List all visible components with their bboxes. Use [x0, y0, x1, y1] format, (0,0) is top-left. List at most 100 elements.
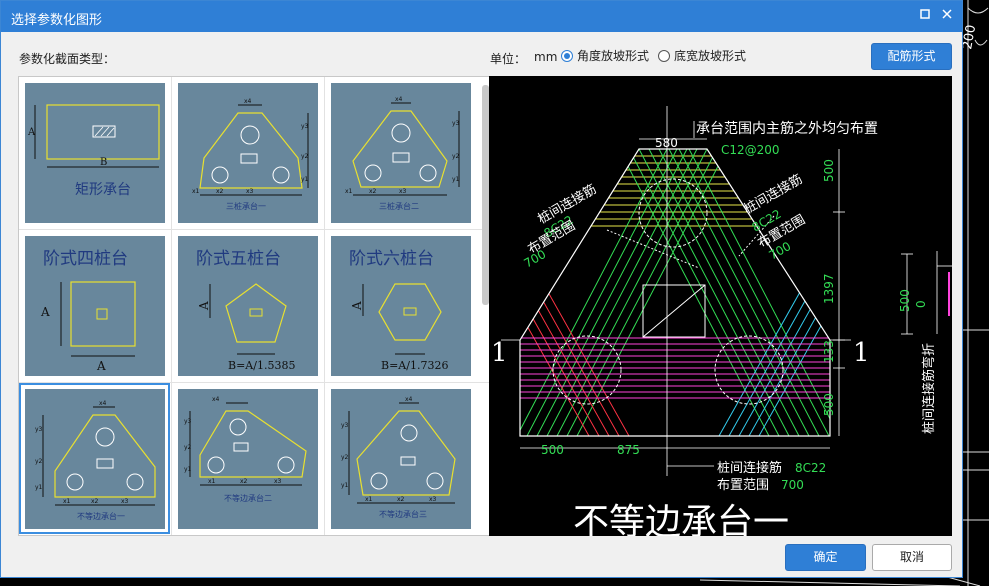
shape-gallery: A B 矩形承台 x4 y3 y2 y1 x1 x2 x3 三桩承台一 x4 y…: [18, 76, 491, 536]
dialog-titlebar: 选择参数化图形: [1, 1, 962, 32]
dim-label: y1: [184, 466, 192, 473]
preview-top-note: 承台范围内主筋之外均匀布置: [696, 120, 878, 137]
shape-item-label: 矩形承台: [75, 182, 131, 198]
radio-angle-slope[interactable]: 角度放坡形式: [561, 47, 649, 64]
side-dim-500: 500: [898, 289, 912, 312]
dim-label: y1: [341, 482, 349, 489]
preview-right-dim: 500: [822, 393, 836, 416]
shape-item-rect-cap[interactable]: A B 矩形承台: [19, 77, 170, 228]
section-type-label: 参数化截面类型：: [19, 52, 116, 66]
dim-label: A: [40, 305, 50, 319]
radio-bottom-width-slope[interactable]: 底宽放坡形式: [658, 47, 746, 64]
dim-label: B: [100, 157, 107, 168]
preview-bottom-note-1: 桩间连接筋: [717, 460, 782, 476]
dim-label: y1: [452, 176, 460, 183]
dim-label: x3: [399, 188, 407, 195]
preview-section-mark-right: 1: [853, 338, 870, 368]
shape-item-stepped-five-pile[interactable]: 阶式五桩台 A B=A/1.5385: [172, 230, 323, 381]
dim-label: y2: [301, 153, 309, 160]
dim-label: y1: [301, 176, 309, 183]
shape-thumbnail: x4 y3 y2 y1 x1 x2 x3 不等边承台三: [331, 389, 471, 529]
shape-thumbnail: 阶式五桩台 A B=A/1.5385: [178, 236, 318, 376]
select-parametric-shape-dialog: 选择参数化图形 参数化截面类型： 单位： mm 角度放坡形式 底宽放坡形式 配筋…: [0, 0, 963, 578]
dim-label: y3: [341, 422, 349, 429]
shape-item-label: 不等边承台二: [224, 493, 272, 503]
shape-thumbnail: x4 y3 y2 y1 x1 x2 x3 三桩承台二: [331, 83, 471, 223]
dim-label: y2: [184, 444, 192, 451]
shape-item-unequal-cap-3[interactable]: x4 y3 y2 y1 x1 x2 x3 不等边承台三: [325, 383, 476, 534]
dim-label: x2: [369, 188, 377, 195]
shape-thumbnail: 阶式六桩台 A B=A/1.7326: [331, 236, 471, 376]
radio-unselected-icon[interactable]: [658, 49, 670, 62]
shape-item-label: 三桩承台一: [226, 201, 266, 211]
shape-preview: 承台范围内主筋之外均匀布置 C12@200 580 桩间连接筋 8C22 布置范…: [489, 76, 952, 536]
shape-item-label: 阶式五桩台: [196, 249, 281, 269]
dim-label: x3: [121, 498, 129, 505]
dim-label: A: [197, 301, 211, 311]
shape-item-label: 不等边承台三: [379, 509, 427, 519]
dialog-title: 选择参数化图形: [11, 13, 103, 28]
shape-item-unequal-cap-2[interactable]: x4 y3 y2 y1 x1 x2 x3 不等边承台二: [172, 383, 323, 534]
preview-right-dim: 1397: [822, 273, 836, 304]
dim-label: x4: [405, 396, 413, 403]
shape-thumbnail: 阶式四桩台 A A: [25, 236, 165, 376]
dim-label: B=A/1.5385: [228, 359, 295, 372]
shape-item-label: 不等边承台一: [77, 511, 125, 521]
dim-label: y3: [184, 418, 192, 425]
dim-label: y3: [35, 426, 43, 433]
preview-bottom-range: 700: [781, 478, 804, 492]
shape-item-stepped-six-pile[interactable]: 阶式六桩台 A B=A/1.7326: [325, 230, 476, 381]
shape-item-unequal-cap-1[interactable]: x4 y3 y2 y1 x1 x2 x3 不等边承台一: [19, 383, 170, 534]
radio-angle-slope-label: 角度放坡形式: [577, 49, 650, 63]
shape-item-label: 阶式四桩台: [43, 249, 128, 269]
dim-label: x3: [429, 496, 437, 503]
preview-bottom-rebar: 8C22: [795, 461, 826, 475]
shape-thumbnail: A B 矩形承台: [25, 83, 165, 223]
dim-label: x4: [212, 396, 220, 403]
dim-label: x3: [274, 478, 282, 485]
ok-button[interactable]: 确定: [785, 544, 866, 571]
dim-label: x4: [395, 96, 403, 103]
dim-label: y1: [35, 484, 43, 491]
shape-item-label: 阶式六桩台: [349, 249, 434, 269]
dim-label: x1: [208, 478, 216, 485]
radio-bottom-width-slope-label: 底宽放坡形式: [674, 49, 747, 63]
radio-selected-icon[interactable]: [561, 49, 573, 62]
dim-label: B=A/1.7326: [381, 359, 448, 372]
cancel-button[interactable]: 取消: [872, 544, 952, 571]
dim-label: x2: [397, 496, 405, 503]
dim-label: x1: [365, 496, 373, 503]
shape-item-three-pile-cap-1[interactable]: x4 y3 y2 y1 x1 x2 x3 三桩承台一: [172, 77, 323, 228]
preview-bottom-dim: 500: [541, 443, 564, 457]
dim-label: x1: [345, 188, 353, 195]
dim-label: x4: [244, 98, 252, 105]
preview-shape-title: 不等边承台一: [573, 502, 789, 536]
dim-label: y2: [452, 153, 460, 160]
preview-top-dim: 580: [655, 136, 678, 150]
dim-label: y3: [452, 120, 460, 127]
shape-item-stepped-four-pile[interactable]: 阶式四桩台 A A: [19, 230, 170, 381]
dim-label: y2: [35, 458, 43, 465]
dim-label: x2: [91, 498, 99, 505]
dim-label: x2: [216, 188, 224, 195]
options-row: 参数化截面类型： 单位： mm 角度放坡形式 底宽放坡形式: [1, 41, 962, 69]
preview-bottom-dim: 875: [617, 443, 640, 457]
preview-right-dim: 133: [822, 340, 836, 363]
dim-label: x1: [63, 498, 71, 505]
dim-label: y3: [301, 123, 309, 130]
maximize-icon[interactable]: [916, 7, 934, 25]
dim-label: A: [350, 301, 364, 311]
shape-thumbnail: x4 y3 y2 y1 x1 x2 x3 不等边承台二: [178, 389, 318, 529]
dim-label: A: [27, 127, 36, 138]
dim-label: y2: [341, 454, 349, 461]
dim-label: x1: [192, 188, 200, 195]
shape-item-three-pile-cap-2[interactable]: x4 y3 y2 y1 x1 x2 x3 三桩承台二: [325, 77, 476, 228]
shape-thumbnail: x4 y3 y2 y1 x1 x2 x3 三桩承台一: [178, 83, 318, 223]
rebar-form-button[interactable]: 配筋形式: [871, 43, 952, 70]
gallery-scrollbar[interactable]: [482, 85, 489, 305]
dim-label: x3: [246, 188, 254, 195]
close-icon[interactable]: [938, 7, 956, 25]
preview-section-mark-left: 1: [491, 338, 508, 368]
side-dim-0: 0: [914, 300, 928, 308]
dim-label: x4: [99, 400, 107, 407]
